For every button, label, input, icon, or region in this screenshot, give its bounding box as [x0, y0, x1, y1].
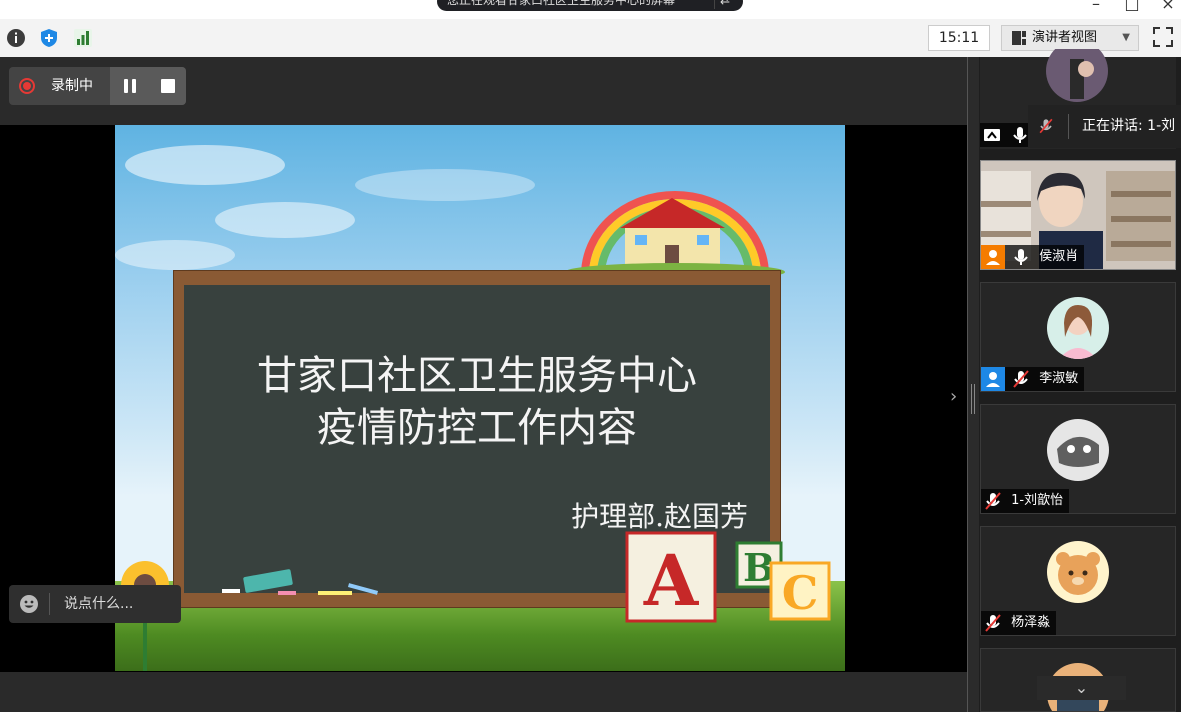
speaker-view-icon	[1012, 31, 1026, 45]
stop-recording-icon[interactable]	[161, 79, 175, 93]
participant-nametag: 李淑敏	[981, 367, 1085, 391]
pause-recording-icon[interactable]	[122, 78, 138, 94]
chat-placeholder: 说点什么...	[64, 596, 134, 612]
participant-tile[interactable]: 李淑敏	[980, 282, 1176, 392]
chat-input[interactable]: 说点什么...	[9, 585, 181, 623]
user-icon	[981, 367, 1005, 391]
participant-name: 侯淑肖	[1039, 249, 1079, 264]
chevron-right-icon[interactable]: ›	[950, 387, 964, 407]
chalk-eraser-illustration	[222, 569, 379, 595]
microphone-muted-icon	[1039, 118, 1053, 134]
chevron-down-icon: ▼	[1122, 32, 1130, 43]
participant-nametag: 1-刘歆怡	[981, 489, 1070, 513]
recording-buttons	[110, 67, 186, 105]
participant-name: 李淑敏	[1039, 371, 1079, 386]
banner-divider	[1068, 114, 1069, 139]
user-icon	[981, 245, 1005, 269]
active-speaker-banner: 正在讲话: 1-刘	[1028, 105, 1181, 148]
participants-panel: 侯淑肖 李淑敏 1-刘歆怡 杨泽淼	[979, 49, 1181, 712]
svg-text:C: C	[782, 566, 819, 620]
minimize-icon[interactable]: –	[1086, 0, 1106, 13]
participant-nametag: 杨泽淼	[981, 611, 1057, 635]
shared-screen-area: 甘家口社区卫生服务中心 疫情防控工作内容 护理部.赵国芳 A B C 录制中 说…	[0, 57, 967, 712]
participant-name: 杨泽淼	[1011, 615, 1051, 630]
participant-tile[interactable]: 1-刘歆怡	[980, 404, 1176, 514]
close-icon[interactable]: ×	[1158, 0, 1178, 13]
slide-title-line2: 疫情防控工作内容	[317, 405, 637, 451]
slide-title-line1: 甘家口社区卫生服务中心	[257, 353, 697, 399]
info-icon[interactable]	[6, 28, 26, 48]
screen-share-icon	[984, 129, 1000, 141]
chevron-down-icon[interactable]: ⌄	[1037, 676, 1126, 700]
recording-control: 录制中	[9, 67, 186, 105]
splitter-handle[interactable]	[971, 384, 975, 414]
recording-status-label: 录制中	[51, 78, 93, 94]
microphone-icon	[1014, 249, 1028, 265]
presentation-slide: 甘家口社区卫生服务中心 疫情防控工作内容 护理部.赵国芳 A B C	[115, 125, 845, 671]
microphone-muted-icon	[1013, 370, 1029, 388]
fullscreen-icon[interactable]	[1152, 26, 1174, 48]
participant-avatar	[1047, 541, 1109, 603]
swap-view-button[interactable]: ⇄	[714, 0, 735, 9]
participant-avatar	[1047, 297, 1109, 359]
view-mode-label: 演讲者视图	[1032, 30, 1098, 45]
participant-nametag: 侯淑肖	[981, 245, 1085, 269]
participant-tile-video[interactable]: 侯淑肖	[980, 160, 1176, 270]
maximize-icon[interactable]: □	[1122, 0, 1142, 13]
microphone-muted-icon	[985, 614, 1001, 632]
abc-blocks-illustration: A B C	[625, 531, 831, 623]
view-mode-dropdown[interactable]: 演讲者视图 ▼	[1001, 25, 1139, 51]
participant-controls	[980, 123, 1033, 147]
participant-avatar	[1047, 419, 1109, 481]
svg-text:A: A	[643, 539, 700, 622]
meeting-toolbar: 15:11 演讲者视图 ▼	[0, 19, 1181, 58]
emoji-icon[interactable]	[19, 594, 39, 614]
meeting-clock: 15:11	[928, 25, 990, 51]
participant-tile[interactable]: 杨泽淼	[980, 526, 1176, 636]
recording-dot-icon	[19, 78, 35, 94]
screen-share-banner: 您正在观看甘家口社区卫生服务中心的屏幕 ⇄	[437, 0, 743, 11]
security-shield-icon[interactable]	[39, 28, 59, 48]
microphone-muted-icon	[985, 492, 1001, 510]
chat-divider	[49, 593, 50, 615]
participant-avatar	[1046, 49, 1108, 102]
network-signal-icon[interactable]	[73, 28, 93, 48]
screen-share-title: 您正在观看甘家口社区卫生服务中心的屏幕	[447, 0, 676, 7]
title-bar: 您正在观看甘家口社区卫生服务中心的屏幕 ⇄ – □ ×	[0, 0, 1181, 19]
active-speaker-text: 正在讲话: 1-刘	[1082, 118, 1176, 134]
participant-name: 1-刘歆怡	[1011, 493, 1064, 508]
panel-splitter[interactable]	[967, 57, 979, 712]
rainbow-house-illustration	[565, 191, 785, 280]
